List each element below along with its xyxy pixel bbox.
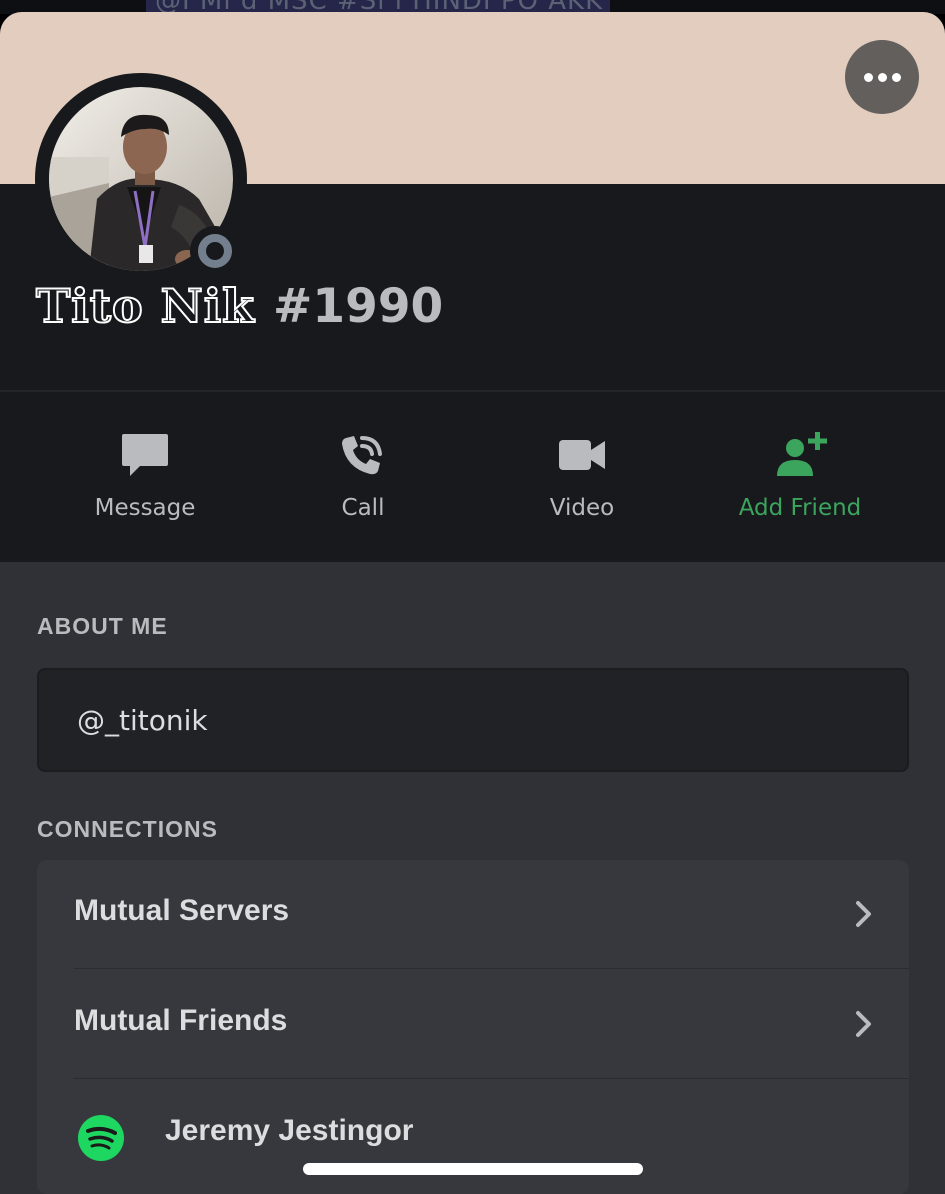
- home-indicator[interactable]: [303, 1163, 643, 1175]
- mutual-friends-label: Mutual Friends: [74, 1004, 288, 1037]
- more-options-button[interactable]: [845, 40, 919, 114]
- user-profile-sheet: Tito Nik #1990 Message Call Video Add Fr…: [0, 12, 945, 1194]
- profile-body: ABOUT ME @_titonik CONNECTIONS Mutual Se…: [0, 562, 945, 1194]
- more-dot-icon: [891, 72, 901, 82]
- spotify-icon: [78, 1115, 124, 1161]
- username-row: Tito Nik #1990: [35, 278, 444, 334]
- more-dot-icon: [863, 72, 873, 82]
- chevron-right-icon: [856, 1011, 871, 1037]
- message-icon: [122, 434, 168, 476]
- row-divider: [74, 968, 909, 969]
- mutual-servers-row[interactable]: Mutual Servers: [37, 860, 909, 968]
- add-friend-icon: [777, 432, 827, 476]
- display-name: Tito Nik: [35, 278, 256, 334]
- call-label: Call: [341, 495, 385, 521]
- video-button[interactable]: Video: [472, 392, 692, 562]
- chevron-right-icon: [856, 901, 871, 927]
- offline-status-icon: [198, 234, 232, 268]
- spotify-account-name: Jeremy Jestingor: [165, 1114, 414, 1147]
- more-dot-icon: [877, 72, 887, 82]
- row-divider: [74, 1078, 909, 1079]
- discriminator: #1990: [273, 279, 444, 334]
- video-camera-icon: [559, 440, 605, 470]
- action-bar: Message Call Video Add Friend: [0, 392, 945, 562]
- call-button[interactable]: Call: [253, 392, 473, 562]
- add-friend-button[interactable]: Add Friend: [690, 392, 910, 562]
- add-friend-label: Add Friend: [738, 495, 862, 521]
- phone-call-icon: [342, 436, 382, 475]
- connections-card: Mutual Servers Mutual Friends Jeremy Jes…: [37, 860, 909, 1194]
- video-label: Video: [549, 495, 615, 521]
- mutual-friends-row[interactable]: Mutual Friends: [37, 970, 909, 1078]
- message-label: Message: [94, 495, 196, 521]
- connections-heading: CONNECTIONS: [37, 816, 218, 842]
- about-me-text: @_titonik: [77, 704, 208, 737]
- mutual-servers-label: Mutual Servers: [74, 894, 290, 927]
- about-me-heading: ABOUT ME: [37, 613, 168, 639]
- message-button[interactable]: Message: [35, 392, 255, 562]
- about-me-box: @_titonik: [37, 668, 909, 772]
- status-indicator: [190, 226, 240, 276]
- profile-screen: @I Mi d MSC #Sl l HINDI PO AKK: [0, 0, 945, 1194]
